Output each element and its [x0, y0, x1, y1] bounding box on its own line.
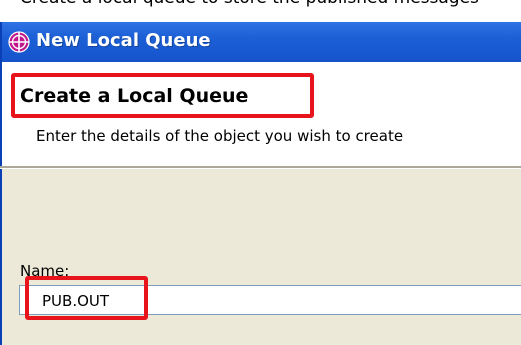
highlight-box-name [25, 276, 148, 320]
screenshot-page: Create a local queue to store the publis… [0, 0, 521, 345]
highlight-box-title [11, 73, 314, 118]
window-titlebar[interactable]: New Local Queue [0, 22, 521, 62]
header-description: Enter the details of the object you wish… [36, 127, 404, 145]
window-title: New Local Queue [36, 30, 211, 51]
queue-app-icon [8, 31, 30, 53]
top-caption: Create a local queue to store the publis… [0, 0, 521, 8]
